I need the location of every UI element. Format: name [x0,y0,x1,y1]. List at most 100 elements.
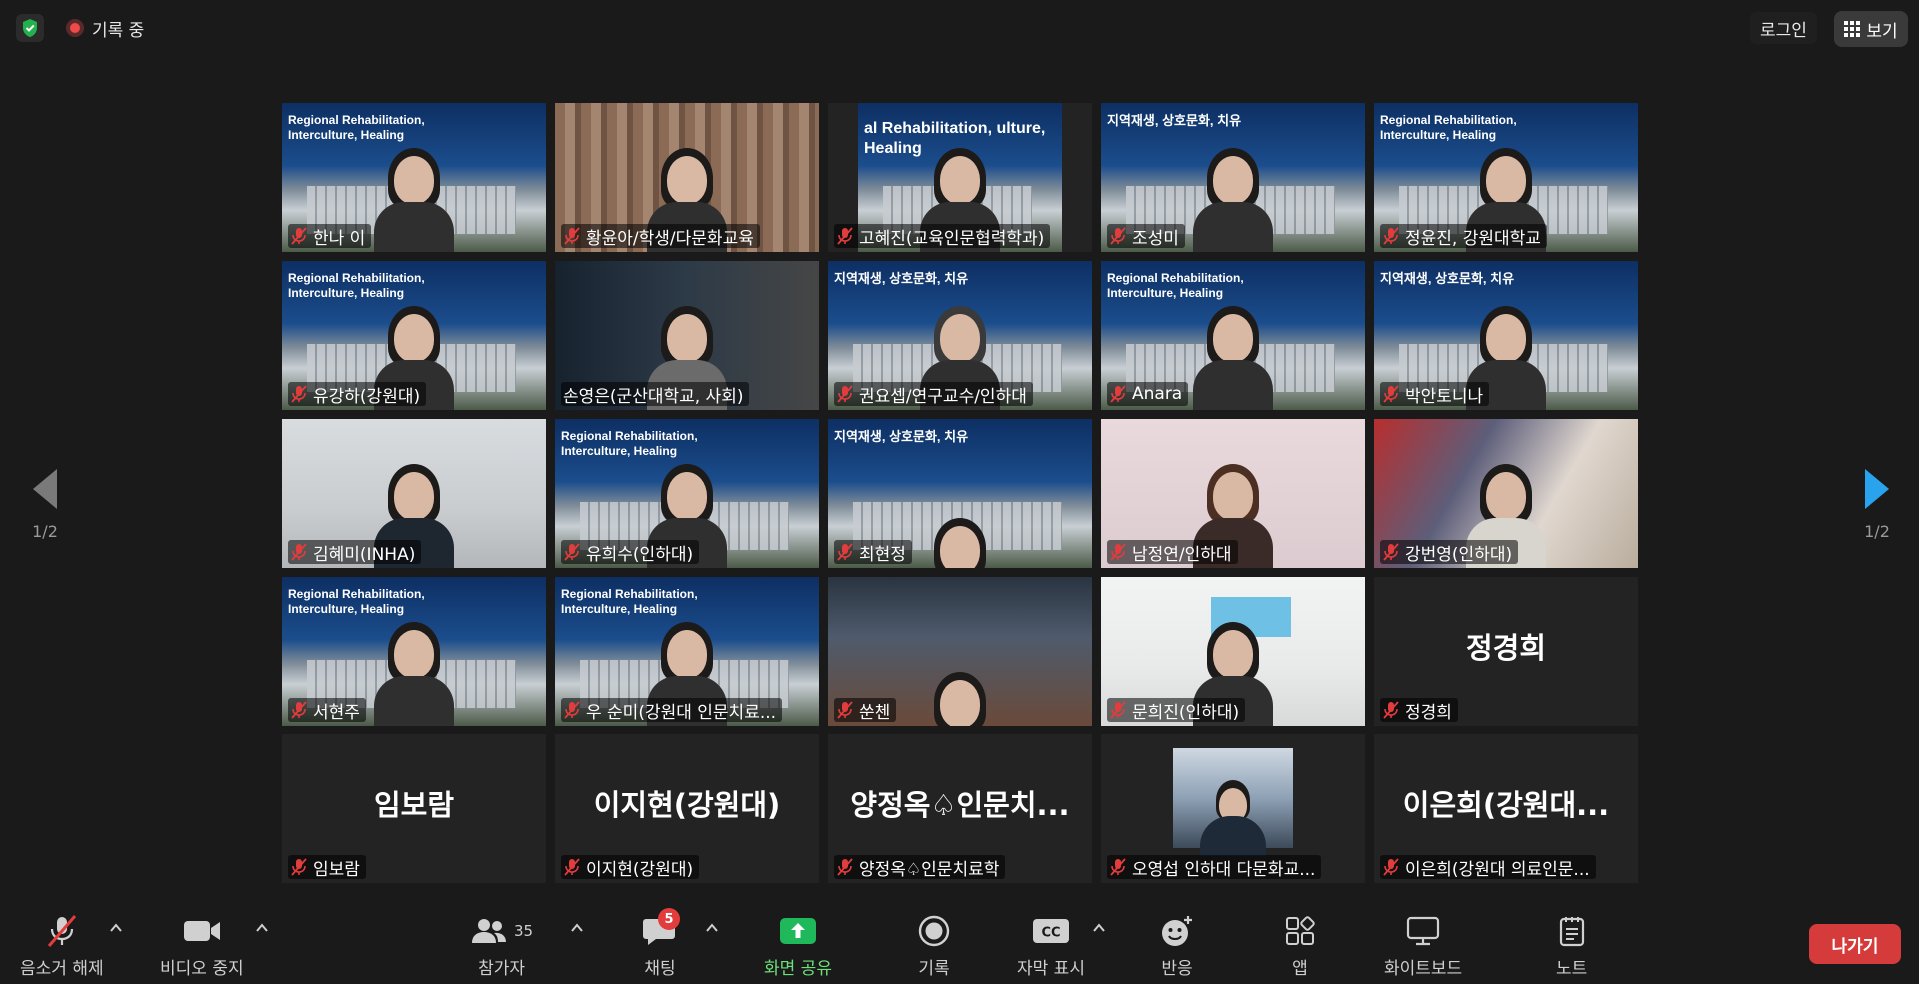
participant-tile[interactable]: 문희진(인하대) [1101,577,1365,726]
participant-tile[interactable]: 쑨첸 [828,577,1092,726]
banner-title: 지역재생, 상호문화, 치유 [834,429,969,444]
mic-off-icon [1109,701,1127,719]
participant-name: 정경희 [1405,702,1452,723]
share-screen-button[interactable]: 화면 공유 [764,914,832,979]
participant-tile[interactable]: Regional Rehabilitation, Interculture, H… [555,577,819,726]
chevron-up-icon[interactable] [109,920,123,934]
participant-name: 김혜미(INHA) [313,544,416,565]
participant-tile[interactable]: 남정연/인하대 [1101,419,1365,568]
banner-title: Regional Rehabilitation, Interculture, H… [1107,271,1244,300]
participant-photo [1173,748,1293,856]
participant-name: 임보람 [313,859,360,880]
participant-tile[interactable]: Regional Rehabilitation, Interculture, H… [1374,103,1638,252]
participants-button[interactable]: 35 참가자 [470,914,533,979]
previous-page[interactable]: 1/2 [20,468,70,541]
video-icon [182,914,222,948]
participant-video [912,510,1008,568]
participant-tile[interactable]: 오영섭 인하대 다문화교... [1101,734,1365,883]
chevron-up-icon[interactable] [570,920,584,934]
participant-name: 정윤진, 강원대학교 [1405,228,1541,249]
banner-title: 지역재생, 상호문화, 치유 [1380,271,1515,286]
participant-name: 최현정 [859,544,906,565]
participant-name: 이은희(강원대 의료인문... [1405,859,1590,880]
participant-tile[interactable]: 정경희 정경희 [1374,577,1638,726]
record-button-icon [918,914,950,948]
participant-name: 손영은(군산대학교, 사회) [563,386,744,407]
participant-tile[interactable]: Regional Rehabilitation, Interculture, H… [282,103,546,252]
security-shield-icon[interactable] [16,14,44,42]
participant-tile[interactable]: 지역재생, 상호문화, 치유 박안토니나 [1374,261,1638,410]
whiteboard-button[interactable]: 화이트보드 [1384,914,1462,979]
participant-tile[interactable]: 지역재생, 상호문화, 치유 최현정 [828,419,1092,568]
participant-tile[interactable]: 이지현(강원대) 이지현(강원대) [555,734,819,883]
mic-off-icon [290,858,308,876]
participant-tile[interactable]: Regional Rehabilitation, Interculture, H… [282,261,546,410]
participant-tile[interactable]: 황윤아/학생/다문화교육 [555,103,819,252]
chevron-up-icon[interactable] [705,920,719,934]
participant-name: 서현주 [313,702,360,723]
record-button[interactable]: 기록 [918,914,950,979]
unmute-button[interactable]: 음소거 해제 [20,914,104,979]
next-page[interactable]: 1/2 [1852,468,1902,541]
people-icon: 35 [470,914,533,948]
notes-button[interactable]: 노트 [1556,914,1587,979]
participant-tile[interactable]: al Rehabilitation, ulture, Healing 고혜진(교… [828,103,1092,252]
participant-video [366,614,462,726]
leave-button[interactable]: 나가기 [1809,924,1901,964]
participant-tile[interactable]: 김혜미(INHA) [282,419,546,568]
chat-button[interactable]: 5 채팅 [642,908,680,979]
mic-off-icon [836,858,854,876]
banner-title: Regional Rehabilitation, Interculture, H… [288,113,425,142]
participant-name: 유강하(강원대) [313,386,421,407]
chevron-up-icon[interactable] [255,920,269,934]
participant-tile[interactable]: 임보람 임보람 [282,734,546,883]
cc-icon: CC [1032,914,1070,948]
unmute-label: 음소거 해제 [20,959,104,979]
captions-label: 자막 표시 [1017,959,1085,979]
participant-name: 권요셉/연구교수/인하대 [859,386,1027,407]
svg-text:CC: CC [1041,926,1060,941]
share-screen-icon [779,914,817,948]
participants-label: 참가자 [478,959,525,979]
banner-title: 지역재생, 상호문화, 치유 [1107,113,1242,128]
participant-name: 유희수(인하대) [586,544,694,565]
captions-button[interactable]: CC 자막 표시 [1017,914,1085,979]
whiteboard-label: 화이트보드 [1384,959,1463,979]
participant-name: 남정연/인하대 [1132,544,1232,565]
participant-tile[interactable]: 지역재생, 상호문화, 치유 권요셉/연구교수/인하대 [828,261,1092,410]
participant-name: 조성미 [1132,228,1179,249]
participant-tile[interactable]: 지역재생, 상호문화, 치유 조성미 [1101,103,1365,252]
record-label: 기록 [918,959,950,979]
participant-name: 양정옥♤인문치료학 [859,859,1000,880]
chevron-up-icon[interactable] [1092,920,1106,934]
chat-badge: 5 [658,908,680,930]
stop-video-button[interactable]: 비디오 중지 [160,914,244,979]
reactions-button[interactable]: 반응 [1159,914,1195,979]
participant-tile[interactable]: 양정옥♤인문치... 양정옥♤인문치료학 [828,734,1092,883]
participant-tile[interactable]: Regional Rehabilitation, Interculture, H… [282,577,546,726]
participant-tile[interactable]: 강번영(인하대) [1374,419,1638,568]
emoji-icon [1159,914,1195,948]
stop-video-label: 비디오 중지 [160,959,244,979]
banner-title: 지역재생, 상호문화, 치유 [834,271,969,286]
apps-label: 앱 [1292,959,1308,979]
participant-tile[interactable]: 이은희(강원대... 이은희(강원대 의료인문... [1374,734,1638,883]
login-button[interactable]: 로그인 [1750,12,1817,44]
mic-off-icon [290,543,308,561]
participant-display-name: 임보람 [373,788,455,822]
chevron-right-icon [1865,469,1889,509]
participant-tile[interactable]: Regional Rehabilitation, Interculture, H… [555,419,819,568]
reactions-label: 반응 [1161,959,1193,979]
mic-off-icon [1109,385,1127,403]
participant-tile[interactable]: Regional Rehabilitation, Interculture, H… [1101,261,1365,410]
recording-label: 기록 중 [92,20,145,41]
view-button[interactable]: 보기 [1834,11,1908,47]
view-label: 보기 [1866,21,1898,42]
page-indicator-right: 1/2 [1864,522,1890,541]
participant-name: Anara [1132,384,1183,404]
top-bar: 기록 중 로그인 보기 [0,0,1919,56]
active-speaker-tile[interactable]: 손영은(군산대학교, 사회) [555,261,819,410]
mic-off-icon [1109,227,1127,245]
apps-button[interactable]: 앱 [1285,914,1315,979]
recording-indicator[interactable]: 기록 중 [66,14,144,42]
